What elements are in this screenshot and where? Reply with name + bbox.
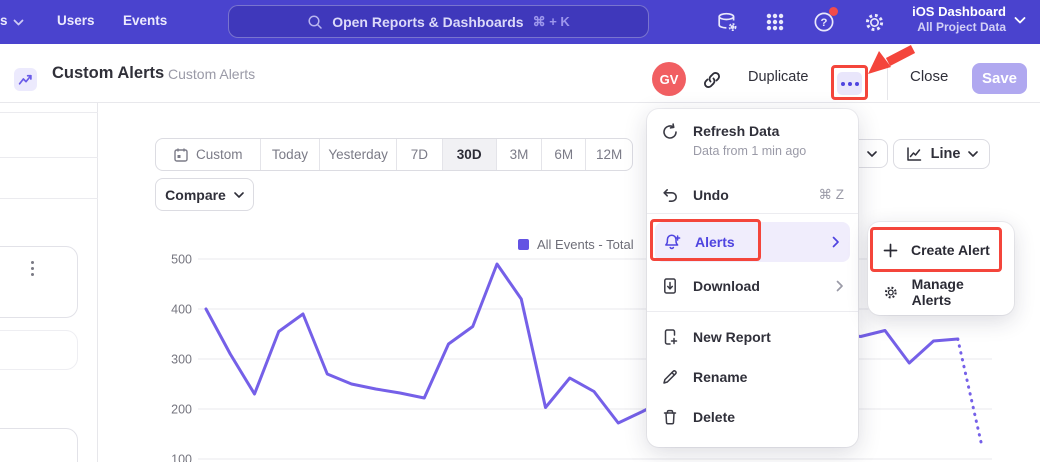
menu-item-download[interactable]: Download: [647, 266, 858, 306]
svg-text:?: ?: [821, 17, 828, 29]
gear-icon: [863, 11, 886, 34]
svg-text:500: 500: [171, 253, 192, 267]
chevron-right-icon: [836, 280, 844, 292]
refresh-icon: [661, 123, 679, 141]
query-builder-sidebar: [0, 103, 98, 462]
notification-dot: [829, 7, 838, 16]
share-link-button[interactable]: [701, 69, 723, 91]
screen: s Users Events Open Reports & Dashboards…: [0, 0, 1040, 462]
submenu-item-create-alert[interactable]: Create Alert: [868, 228, 1014, 272]
sidebar-divider: [0, 112, 98, 113]
query-card[interactable]: [0, 330, 78, 370]
save-button[interactable]: Save: [972, 63, 1027, 94]
pencil-icon: [661, 368, 679, 386]
chart-legend[interactable]: All Events - Total: [518, 237, 634, 252]
more-options-button[interactable]: [837, 72, 862, 95]
menu-item-label: Rename: [693, 369, 844, 385]
menu-separator: [647, 311, 858, 312]
chevron-down-icon: [968, 150, 978, 158]
report-header: Custom Alerts Custom Alerts GV Duplicate…: [0, 44, 1040, 103]
sidebar-divider: [0, 198, 98, 199]
chevron-down-icon: [13, 18, 24, 27]
legend-label: All Events - Total: [537, 237, 634, 252]
undo-icon: [661, 186, 679, 204]
database-gear-icon: [715, 10, 739, 34]
data-management-button[interactable]: [714, 9, 740, 35]
duplicate-button[interactable]: Duplicate: [748, 69, 808, 85]
search-input[interactable]: Open Reports & Dashboards ⌘ + K: [228, 5, 649, 38]
close-button[interactable]: Close: [910, 68, 948, 85]
svg-text:100: 100: [171, 453, 192, 462]
link-icon: [701, 69, 723, 91]
svg-text:400: 400: [171, 303, 192, 317]
menu-item-label: Undo: [693, 187, 819, 203]
apps-grid-button[interactable]: [762, 9, 788, 35]
menu-item-label: Delete: [693, 409, 844, 425]
nav-item-events[interactable]: Events: [123, 13, 167, 28]
menu-item-delete[interactable]: Delete: [647, 397, 858, 437]
grid-dots-icon: [764, 11, 786, 33]
more-options-menu: Refresh Data Data from 1 min ago Undo ⌘ …: [647, 109, 858, 447]
menu-separator: [647, 213, 858, 214]
chart-line-dotted: [958, 339, 982, 447]
menu-item-label: Download: [693, 278, 836, 294]
settings-button[interactable]: [861, 9, 887, 35]
new-report-icon: [661, 328, 679, 346]
submenu-item-label: Manage Alerts: [912, 276, 999, 308]
top-nav: s Users Events Open Reports & Dashboards…: [0, 0, 1040, 44]
kebab-menu-icon[interactable]: [29, 259, 36, 278]
help-button[interactable]: ?: [811, 9, 837, 35]
menu-item-refresh-data[interactable]: Refresh Data Data from 1 min ago: [647, 119, 858, 169]
project-switcher[interactable]: iOS Dashboard All Project Data: [912, 4, 1026, 35]
gear-icon: [883, 284, 899, 301]
menu-item-sublabel: Data from 1 min ago: [693, 144, 806, 158]
menu-item-label: Alerts: [695, 234, 832, 250]
menu-shortcut: ⌘ Z: [819, 187, 845, 203]
alerts-submenu: Create Alert Manage Alerts: [868, 222, 1014, 315]
nav-item-users[interactable]: Users: [57, 13, 95, 28]
query-card[interactable]: [0, 428, 78, 462]
project-scope: All Project Data: [912, 20, 1006, 35]
submenu-item-manage-alerts[interactable]: Manage Alerts: [868, 274, 1014, 310]
menu-item-new-report[interactable]: New Report: [647, 317, 858, 357]
header-divider: [887, 65, 888, 100]
query-card[interactable]: [0, 246, 78, 318]
menu-item-label: New Report: [693, 329, 844, 345]
menu-item-label: Refresh Data: [693, 123, 806, 139]
project-name: iOS Dashboard: [912, 4, 1006, 20]
chevron-down-icon: [1014, 15, 1026, 25]
submenu-item-label: Create Alert: [911, 242, 990, 258]
sidebar-divider: [0, 157, 98, 158]
avatar[interactable]: GV: [652, 62, 686, 96]
breadcrumb: Custom Alerts: [168, 66, 255, 82]
bell-plus-icon: [663, 233, 681, 251]
menu-item-alerts[interactable]: Alerts: [655, 222, 850, 262]
line-chart-icon: [905, 145, 923, 163]
chart-type-button[interactable]: Line: [893, 139, 990, 169]
svg-text:200: 200: [171, 403, 192, 417]
report-type-icon: [14, 68, 37, 91]
page-title: Custom Alerts: [52, 64, 164, 83]
search-icon: [307, 14, 323, 30]
search-placeholder: Open Reports & Dashboards: [332, 14, 523, 30]
chevron-right-icon: [832, 236, 840, 248]
menu-item-rename[interactable]: Rename: [647, 357, 858, 397]
nav-item-boards-partial[interactable]: s: [0, 13, 8, 28]
download-icon: [661, 277, 679, 295]
plus-icon: [883, 243, 898, 258]
legend-swatch: [518, 239, 529, 250]
menu-item-undo[interactable]: Undo ⌘ Z: [647, 175, 858, 215]
y-axis-labels: 500 400 300 200 100: [171, 253, 192, 462]
trash-icon: [661, 408, 679, 426]
chevron-down-icon: [867, 150, 877, 158]
search-shortcut: ⌘ + K: [533, 14, 570, 30]
svg-text:300: 300: [171, 353, 192, 367]
